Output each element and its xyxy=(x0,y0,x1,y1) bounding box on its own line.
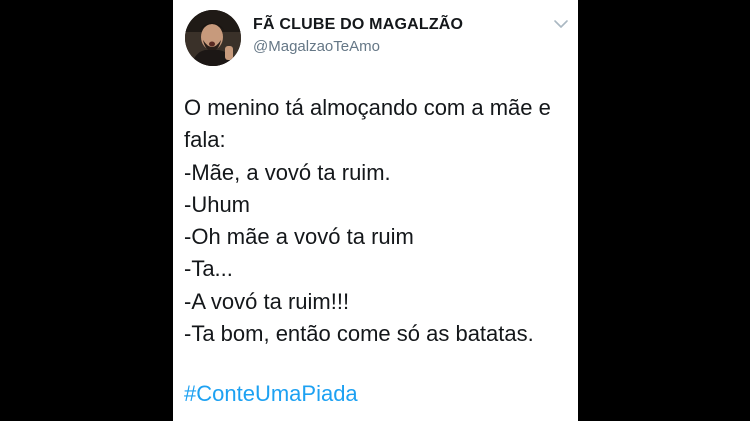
profile-photo xyxy=(185,10,241,66)
display-name[interactable]: FÃ CLUBE DO MAGALZÃO xyxy=(253,16,463,34)
tweet-text: O menino tá almoçando com a mãe e fala: … xyxy=(184,92,572,350)
tweet-line: fala: xyxy=(184,127,226,153)
tweet-line: -Mãe, a vovó ta ruim. xyxy=(184,159,391,185)
user-handle[interactable]: @MagalzaoTeAmo xyxy=(253,38,380,55)
hashtag-link[interactable]: #ConteUmaPiada xyxy=(184,378,358,410)
avatar[interactable] xyxy=(185,10,241,66)
tweet-line: -Uhum xyxy=(184,191,251,217)
tweet-line: -Ta bom, então come só as batatas. xyxy=(184,321,534,347)
tweet-line: -A vovó ta ruim!!! xyxy=(184,288,350,314)
tweet-line: O menino tá almoçando com a mãe e xyxy=(184,95,551,120)
chevron-down-icon[interactable] xyxy=(553,18,569,30)
tweet-line: -Oh mãe a vovó ta ruim xyxy=(184,224,414,250)
tweet-line: -Ta... xyxy=(184,256,233,282)
tweet-card: FÃ CLUBE DO MAGALZÃO @MagalzaoTeAmo O me… xyxy=(173,0,578,421)
